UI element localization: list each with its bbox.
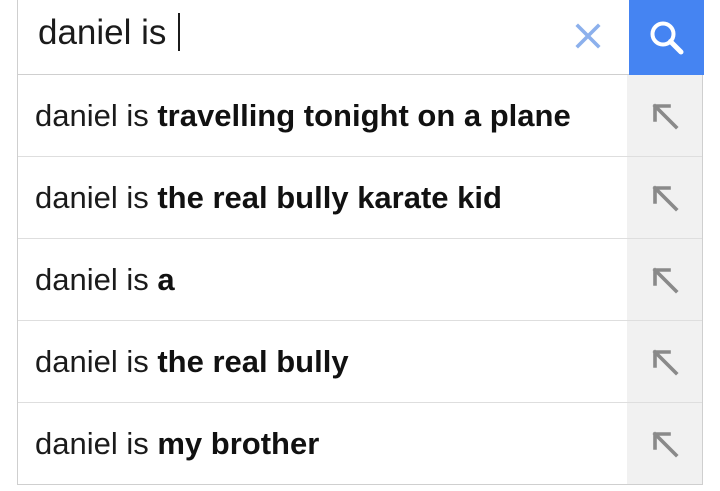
suggestion-item: daniel is my brother: [18, 403, 702, 484]
search-query-text: daniel is: [38, 13, 177, 52]
suggestion-item: daniel is the real bully: [18, 321, 702, 403]
fill-query-button[interactable]: [627, 403, 702, 484]
fill-query-button[interactable]: [627, 75, 702, 156]
arrow-up-left-icon: [651, 184, 679, 212]
close-icon: [575, 23, 601, 49]
suggestion-text[interactable]: daniel is travelling tonight on a plane: [18, 98, 612, 134]
suggestion-text[interactable]: daniel is the real bully: [18, 344, 612, 380]
search-button[interactable]: [629, 0, 704, 75]
arrow-up-left-icon: [651, 430, 679, 458]
fill-query-button[interactable]: [627, 239, 702, 320]
arrow-up-left-icon: [651, 348, 679, 376]
arrow-up-left-icon: [651, 102, 679, 130]
search-bar: daniel is: [17, 0, 704, 75]
suggestion-completion: my brother: [157, 425, 320, 461]
suggestion-list: daniel is travelling tonight on a plane …: [17, 75, 703, 485]
suggestion-completion: the real bully karate kid: [157, 179, 502, 215]
fill-query-button[interactable]: [627, 157, 702, 238]
fill-query-button[interactable]: [627, 321, 702, 402]
suggestion-prefix: daniel is: [35, 179, 158, 215]
suggestion-completion: travelling tonight on a plane: [157, 97, 571, 133]
search-input[interactable]: daniel is: [38, 13, 181, 53]
suggestion-item: daniel is travelling tonight on a plane: [18, 75, 702, 157]
suggestion-text[interactable]: daniel is the real bully karate kid: [18, 180, 612, 216]
suggestion-text[interactable]: daniel is my brother: [18, 426, 612, 462]
search-autocomplete: daniel is daniel is travelling tonight o…: [0, 0, 720, 491]
suggestion-item: daniel is a: [18, 239, 702, 321]
suggestion-item: daniel is the real bully karate kid: [18, 157, 702, 239]
suggestion-prefix: daniel is: [35, 261, 158, 297]
text-caret: [178, 13, 181, 51]
suggestion-prefix: daniel is: [35, 343, 158, 379]
clear-button[interactable]: [566, 14, 610, 58]
suggestion-completion: the real bully: [157, 343, 349, 379]
suggestion-prefix: daniel is: [35, 97, 158, 133]
search-icon: [650, 21, 683, 54]
suggestion-text[interactable]: daniel is a: [18, 262, 612, 298]
arrow-up-left-icon: [651, 266, 679, 294]
suggestion-prefix: daniel is: [35, 425, 158, 461]
suggestion-completion: a: [157, 261, 175, 297]
